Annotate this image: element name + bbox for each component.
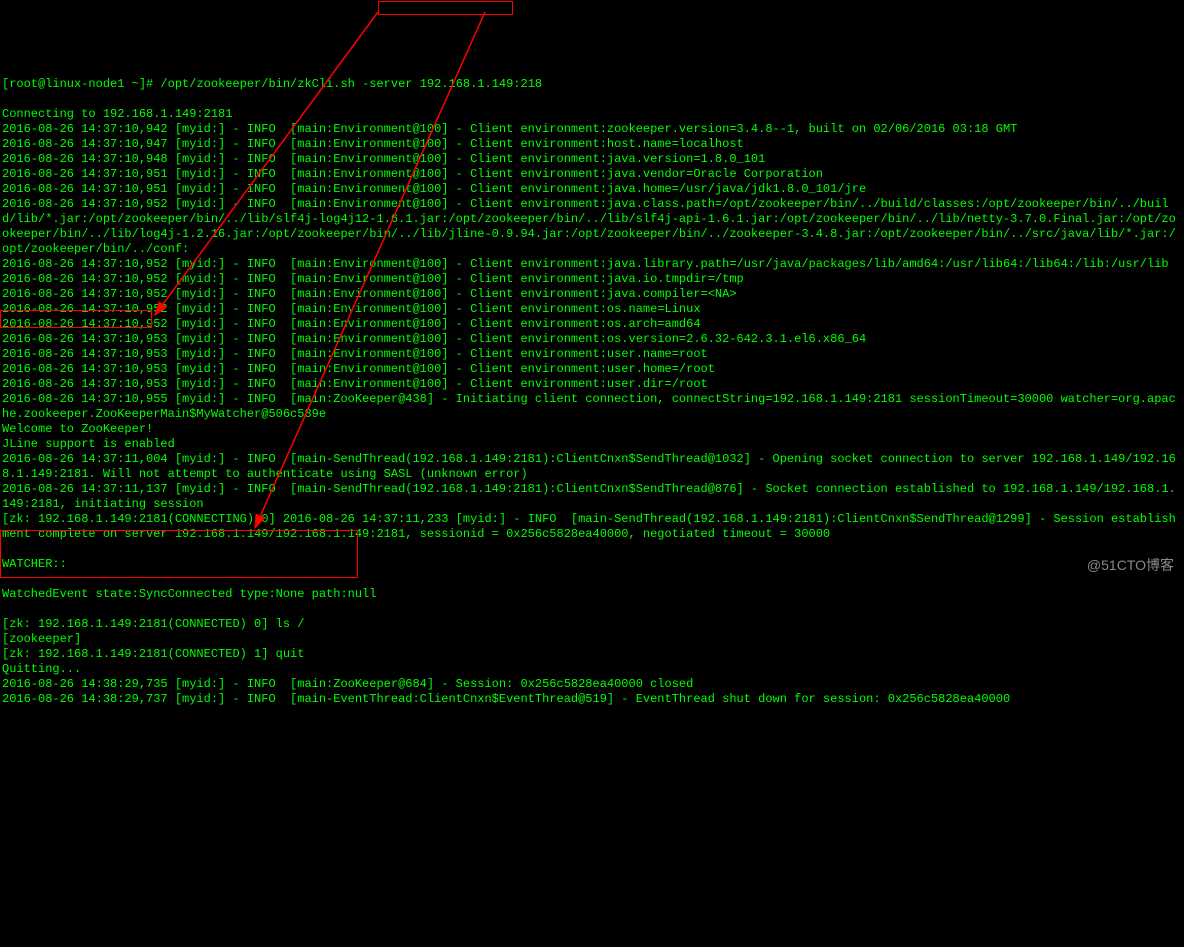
log-line: 2016-08-26 14:37:11,137 [myid:] - INFO [… <box>2 482 1182 512</box>
log-line: 2016-08-26 14:37:10,952 [myid:] - INFO [… <box>2 302 1182 317</box>
log-line: JLine support is enabled <box>2 437 1182 452</box>
log-line: 2016-08-26 14:38:29,735 [myid:] - INFO [… <box>2 677 1182 692</box>
log-line: 2016-08-26 14:37:10,953 [myid:] - INFO [… <box>2 332 1182 347</box>
log-line: 2016-08-26 14:37:10,952 [myid:] - INFO [… <box>2 197 1182 257</box>
log-line: [zk: 192.168.1.149:2181(CONNECTED) 1] qu… <box>2 647 1182 662</box>
log-line: 2016-08-26 14:37:10,942 [myid:] - INFO [… <box>2 122 1182 137</box>
log-line: 2016-08-26 14:37:10,947 [myid:] - INFO [… <box>2 137 1182 152</box>
log-line: 2016-08-26 14:37:10,952 [myid:] - INFO [… <box>2 257 1182 272</box>
prompt-command: /opt/zookeeper/bin/zkCli.sh -server <box>153 77 419 91</box>
log-line: Quitting... <box>2 662 1182 677</box>
log-line: 2016-08-26 14:37:10,953 [myid:] - INFO [… <box>2 377 1182 392</box>
log-line: 2016-08-26 14:37:10,952 [myid:] - INFO [… <box>2 272 1182 287</box>
log-line: 2016-08-26 14:37:10,952 [myid:] - INFO [… <box>2 317 1182 332</box>
log-line: Welcome to ZooKeeper! <box>2 422 1182 437</box>
log-line: 2016-08-26 14:38:29,737 [myid:] - INFO [… <box>2 692 1182 707</box>
log-line: [zookeeper] <box>2 632 1182 647</box>
log-line: 2016-08-26 14:37:10,953 [myid:] - INFO [… <box>2 347 1182 362</box>
prompt-server: 192.168.1.149:218 <box>420 77 542 91</box>
log-line <box>2 602 1182 617</box>
log-line: [zk: 192.168.1.149:2181(CONNECTED) 0] ls… <box>2 617 1182 632</box>
log-line: WATCHER:: <box>2 557 1182 572</box>
log-line <box>2 572 1182 587</box>
prompt-user-host: [root@linux-node1 ~]# <box>2 77 153 91</box>
log-line: 2016-08-26 14:37:10,951 [myid:] - INFO [… <box>2 167 1182 182</box>
log-line: [zk: 192.168.1.149:2181(CONNECTING) 0] 2… <box>2 512 1182 542</box>
log-line: 2016-08-26 14:37:10,953 [myid:] - INFO [… <box>2 362 1182 377</box>
watermark-text: @51CTO博客 <box>1087 558 1174 573</box>
log-line: 2016-08-26 14:37:10,948 [myid:] - INFO [… <box>2 152 1182 167</box>
log-line: WatchedEvent state:SyncConnected type:No… <box>2 587 1182 602</box>
prompt-line: [root@linux-node1 ~]# /opt/zookeeper/bin… <box>2 77 1182 92</box>
log-line: 2016-08-26 14:37:11,004 [myid:] - INFO [… <box>2 452 1182 482</box>
log-line: 2016-08-26 14:37:10,952 [myid:] - INFO [… <box>2 287 1182 302</box>
terminal-output[interactable]: [root@linux-node1 ~]# /opt/zookeeper/bin… <box>2 62 1182 722</box>
log-line: Connecting to 192.168.1.149:2181 <box>2 107 1182 122</box>
log-lines-container: Connecting to 192.168.1.149:21812016-08-… <box>2 107 1182 707</box>
log-line: 2016-08-26 14:37:10,951 [myid:] - INFO [… <box>2 182 1182 197</box>
log-line <box>2 542 1182 557</box>
highlight-box-server <box>378 1 513 15</box>
log-line: 2016-08-26 14:37:10,955 [myid:] - INFO [… <box>2 392 1182 422</box>
